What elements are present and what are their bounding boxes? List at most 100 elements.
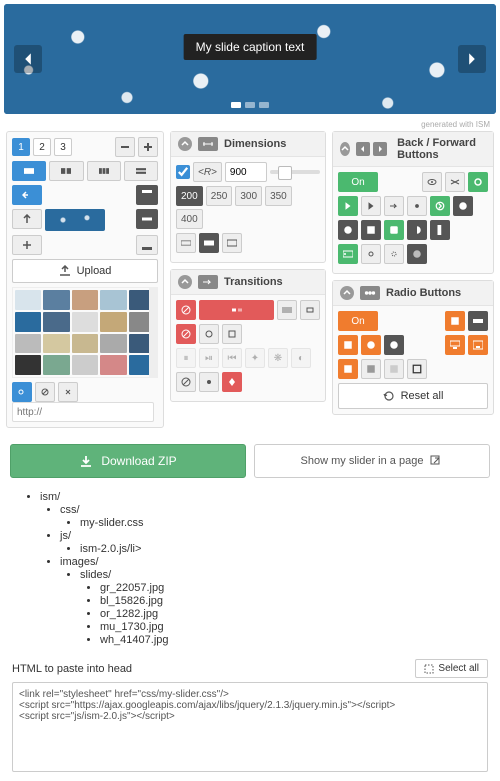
trans-opt-b[interactable] [199, 324, 219, 344]
bf-style-4[interactable] [407, 196, 427, 216]
bf-shape-1[interactable] [338, 220, 358, 240]
reset-all-button[interactable]: Reset all [338, 383, 488, 409]
slide-dot[interactable] [231, 102, 241, 108]
trans-dir-none[interactable] [176, 372, 196, 392]
rb-toggle-on[interactable]: On [338, 311, 378, 331]
width-250[interactable]: 250 [206, 186, 233, 206]
trans-eff-3[interactable]: ⏮ [222, 348, 242, 368]
bf-style-2[interactable] [361, 196, 381, 216]
gallery-thumb[interactable] [43, 290, 69, 310]
upload-button[interactable]: Upload [12, 259, 158, 283]
bf-shape-5[interactable] [430, 220, 450, 240]
prev-arrow[interactable] [14, 45, 42, 73]
slide-tab-2[interactable]: 2 [33, 138, 51, 156]
bf-pos-1[interactable] [338, 244, 358, 264]
width-200[interactable]: 200 [176, 186, 203, 206]
gallery-thumb[interactable] [72, 355, 98, 375]
width-350[interactable]: 350 [265, 186, 292, 206]
bf-auto[interactable] [468, 172, 488, 192]
trans-opt-a[interactable] [176, 324, 196, 344]
link-type-url[interactable] [12, 382, 32, 402]
trans-slide[interactable] [199, 300, 274, 320]
caption-pos-bottom[interactable] [136, 235, 158, 255]
slide-dot[interactable] [245, 102, 255, 108]
gallery-thumb[interactable] [72, 312, 98, 332]
trans-eff-6[interactable]: ◐ [291, 348, 311, 368]
gallery-thumb[interactable] [129, 290, 155, 310]
bf-visible[interactable] [422, 172, 442, 192]
gallery-thumb[interactable] [43, 312, 69, 332]
align-left[interactable] [12, 185, 42, 205]
gallery-thumb[interactable] [43, 334, 69, 354]
align-center[interactable] [12, 209, 42, 229]
bf-style-3[interactable] [384, 196, 404, 216]
gallery-thumb[interactable] [15, 355, 41, 375]
bf-pos-4[interactable] [407, 244, 427, 264]
rb-color-4[interactable] [407, 359, 427, 379]
download-zip-button[interactable]: Download ZIP [10, 444, 246, 478]
gallery-thumb[interactable] [15, 312, 41, 332]
slide-tab-1[interactable]: 1 [12, 138, 30, 156]
trans-none[interactable] [176, 300, 196, 320]
ratio-2[interactable] [199, 233, 219, 253]
remove-slide-button[interactable] [115, 137, 135, 157]
gallery-thumb[interactable] [100, 290, 126, 310]
trans-dir-1[interactable] [199, 372, 219, 392]
bf-shape-4[interactable] [407, 220, 427, 240]
show-slider-button[interactable]: Show my slider in a page [254, 444, 490, 478]
slide-tab-3[interactable]: 3 [54, 138, 72, 156]
next-arrow[interactable] [458, 45, 486, 73]
bg-mode-solid[interactable] [12, 161, 46, 181]
gallery-thumb[interactable] [15, 290, 41, 310]
rb-pos-1[interactable] [445, 335, 465, 355]
rb-shape-2[interactable] [361, 335, 381, 355]
link-type-none[interactable] [35, 382, 55, 402]
gallery-thumb[interactable] [15, 334, 41, 354]
collapse-icon[interactable] [340, 286, 354, 300]
responsive-checkbox[interactable] [176, 165, 190, 179]
rb-shape-3[interactable] [384, 335, 404, 355]
gallery-thumb[interactable] [129, 355, 155, 375]
add-slide-button[interactable] [138, 137, 158, 157]
bf-toggle-on[interactable]: On [338, 172, 378, 192]
collapse-icon[interactable] [178, 137, 192, 151]
rb-color-2[interactable] [361, 359, 381, 379]
trans-fade[interactable] [277, 300, 297, 320]
bf-shape-3[interactable] [384, 220, 404, 240]
ratio-3[interactable] [222, 233, 242, 253]
collapse-icon[interactable] [178, 275, 192, 289]
width-400[interactable]: 400 [176, 209, 203, 229]
gallery-thumb[interactable] [100, 334, 126, 354]
ratio-1[interactable] [176, 233, 196, 253]
trans-eff-5[interactable]: ❋ [268, 348, 288, 368]
gallery-thumb[interactable] [100, 355, 126, 375]
bg-mode-4[interactable] [124, 161, 158, 181]
bf-style-6[interactable] [453, 196, 473, 216]
select-all-button[interactable]: Select all [415, 659, 488, 678]
bf-hidden[interactable] [445, 172, 465, 192]
url-input[interactable] [12, 402, 154, 422]
bg-mode-2[interactable] [49, 161, 83, 181]
align-move[interactable] [12, 235, 42, 255]
caption-pos-top[interactable] [136, 185, 158, 205]
gallery-thumb[interactable] [43, 355, 69, 375]
gallery-thumb[interactable] [100, 312, 126, 332]
rb-style-bar[interactable] [468, 311, 488, 331]
gallery-thumb[interactable] [72, 290, 98, 310]
head-code-textarea[interactable] [12, 682, 488, 772]
gallery-thumb[interactable] [129, 334, 155, 354]
rb-style-sq[interactable] [445, 311, 465, 331]
trans-dir-2[interactable] [222, 372, 242, 392]
width-input[interactable] [225, 162, 267, 182]
trans-eff-2[interactable]: ⏯ [199, 348, 219, 368]
trans-zoom[interactable] [300, 300, 320, 320]
rb-color-1[interactable] [338, 359, 358, 379]
rb-pos-2[interactable] [468, 335, 488, 355]
slide-dot[interactable] [259, 102, 269, 108]
bf-shape-2[interactable] [361, 220, 381, 240]
caption-pos-mid[interactable] [136, 209, 158, 229]
bf-pos-2[interactable] [361, 244, 381, 264]
rb-color-3[interactable] [384, 359, 404, 379]
collapse-icon[interactable] [340, 142, 350, 156]
trans-eff-4[interactable]: ✦ [245, 348, 265, 368]
